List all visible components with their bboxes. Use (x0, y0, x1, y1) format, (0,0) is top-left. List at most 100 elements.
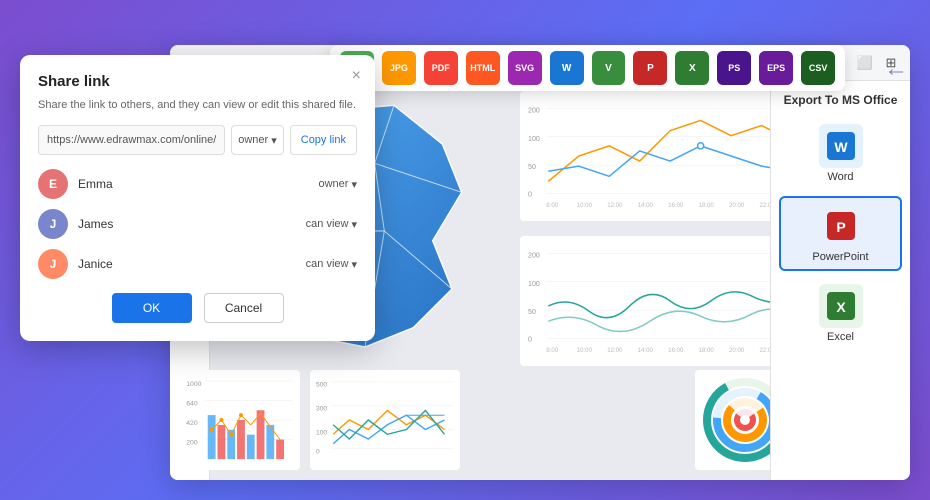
user-row-james: J James can view ▾ (38, 209, 357, 239)
mid-chart-svg: 500 300 100 0 (316, 376, 454, 464)
cancel-button[interactable]: Cancel (204, 293, 284, 323)
svg-text:18:00: 18:00 (699, 347, 715, 354)
svg-text:12:00: 12:00 (607, 202, 623, 209)
user-role-label-james: can view (306, 218, 349, 230)
svg-text:200: 200 (528, 251, 540, 259)
user-role-james[interactable]: can view ▾ (306, 218, 357, 231)
url-role-label: owner (238, 134, 268, 146)
bottom-line-chart: 200 100 50 0 8:00 10:00 12:00 14:00 16:0… (520, 236, 800, 366)
svg-text:12:00: 12:00 (607, 347, 623, 354)
filetype-toolbar: TIFF JPG PDF HTML SVG W V P X PS EPS CSV (330, 45, 845, 91)
ok-button[interactable]: OK (112, 293, 192, 323)
svg-text:0: 0 (528, 336, 532, 344)
top-line-chart: 200 100 50 0 8:00 10:00 12:00 14:00 16:0… (520, 91, 800, 221)
ppt-icon-box: P (819, 204, 863, 248)
svg-text:14:00: 14:00 (638, 347, 654, 354)
user-row-emma: E Emma owner ▾ (38, 169, 357, 199)
copy-link-button[interactable]: Copy link (290, 125, 357, 155)
crop-tool[interactable]: ⬜ (854, 52, 876, 74)
svg-text:8:00: 8:00 (546, 347, 558, 354)
word-btn[interactable]: W (550, 51, 584, 85)
svg-text:50: 50 (528, 163, 536, 171)
url-role-select[interactable]: owner ▾ (231, 125, 284, 155)
user-role-label-janice: can view (306, 258, 349, 270)
pdf-btn[interactable]: PDF (424, 51, 458, 85)
svg-text:100: 100 (528, 135, 540, 143)
excel-label: Excel (827, 331, 854, 343)
word-icon-box: W (819, 124, 863, 168)
svg-text:100: 100 (528, 280, 540, 288)
bar-chart-svg: 1000 640 420 200 (186, 376, 294, 464)
svg-text:300: 300 (316, 405, 327, 412)
dialog-title: Share link (38, 73, 357, 90)
user-name-janice: Janice (78, 257, 306, 271)
svg-text:W: W (834, 139, 848, 155)
svg-text:18:00: 18:00 (699, 202, 715, 209)
copy-link-label: Copy link (301, 134, 346, 146)
close-button[interactable]: × (352, 67, 361, 85)
svg-text:10:00: 10:00 (577, 202, 593, 209)
svg-text:X: X (836, 299, 846, 315)
export-panel: Export To MS Office W Word P (770, 81, 910, 480)
svg-text:640: 640 (186, 400, 198, 407)
svg-text:200: 200 (186, 439, 198, 446)
ppt-label: PowerPoint (812, 251, 868, 263)
share-dialog: × Share link Share the link to others, a… (20, 55, 375, 341)
bottom-bar-chart: 1000 640 420 200 (180, 370, 300, 470)
chevron-emma: ▾ (351, 178, 357, 191)
jpg-btn[interactable]: JPG (382, 51, 416, 85)
bottom-chart-svg: 200 100 50 0 8:00 10:00 12:00 14:00 16:0… (528, 244, 792, 358)
ps-btn[interactable]: PS (717, 51, 751, 85)
bottom-mid-chart: 500 300 100 0 (310, 370, 460, 470)
excel-icon-box: X (819, 284, 863, 328)
svg-text:0: 0 (528, 191, 532, 199)
word-label: Word (827, 171, 853, 183)
user-name-james: James (78, 217, 306, 231)
user-role-janice[interactable]: can view ▾ (306, 258, 357, 271)
svg-text:P: P (836, 219, 845, 235)
top-chart-svg: 200 100 50 0 8:00 10:00 12:00 14:00 16:0… (528, 99, 792, 213)
url-row: owner ▾ Copy link (38, 125, 357, 155)
export-title: Export To MS Office (779, 93, 902, 107)
chevron-janice: ▾ (351, 258, 357, 271)
svg-text:8:00: 8:00 (546, 202, 558, 209)
avatar-emma: E (38, 169, 68, 199)
svg-btn[interactable]: SVG (508, 51, 542, 85)
excel-btn[interactable]: X (675, 51, 709, 85)
avatar-james: J (38, 209, 68, 239)
url-input[interactable] (38, 125, 225, 155)
ppt-btn[interactable]: P (633, 51, 667, 85)
export-powerpoint-item[interactable]: P PowerPoint (779, 196, 902, 271)
svg-text:10:00: 10:00 (577, 347, 593, 354)
svg-text:500: 500 (316, 382, 327, 389)
svg-text:200: 200 (528, 106, 540, 114)
user-row-janice: J Janice can view ▾ (38, 249, 357, 279)
svg-text:50: 50 (528, 308, 536, 316)
svg-text:100: 100 (316, 429, 327, 436)
export-excel-item[interactable]: X Excel (779, 277, 902, 350)
dialog-description: Share the link to others, and they can v… (38, 98, 357, 113)
arrow-indicator: ← (884, 55, 908, 83)
user-role-emma[interactable]: owner ▾ (319, 178, 358, 191)
excel-icon: X (827, 292, 855, 320)
svg-text:420: 420 (186, 420, 198, 427)
csv-btn[interactable]: CSV (801, 51, 835, 85)
svg-text:1000: 1000 (186, 381, 201, 388)
eps-btn[interactable]: EPS (759, 51, 793, 85)
visio-btn[interactable]: V (592, 51, 626, 85)
export-word-item[interactable]: W Word (779, 117, 902, 190)
word-icon: W (827, 132, 855, 160)
url-role-chevron: ▾ (271, 134, 277, 147)
svg-text:16:00: 16:00 (668, 202, 684, 209)
svg-text:0: 0 (316, 448, 320, 455)
chevron-james: ▾ (351, 218, 357, 231)
html-btn[interactable]: HTML (466, 51, 500, 85)
ppt-icon: P (827, 212, 855, 240)
dialog-actions: OK Cancel (38, 293, 357, 323)
user-role-label-emma: owner (319, 178, 349, 190)
user-name-emma: Emma (78, 177, 319, 191)
avatar-janice: J (38, 249, 68, 279)
svg-text:20:00: 20:00 (729, 202, 745, 209)
svg-text:20:00: 20:00 (729, 347, 745, 354)
svg-text:14:00: 14:00 (638, 202, 654, 209)
